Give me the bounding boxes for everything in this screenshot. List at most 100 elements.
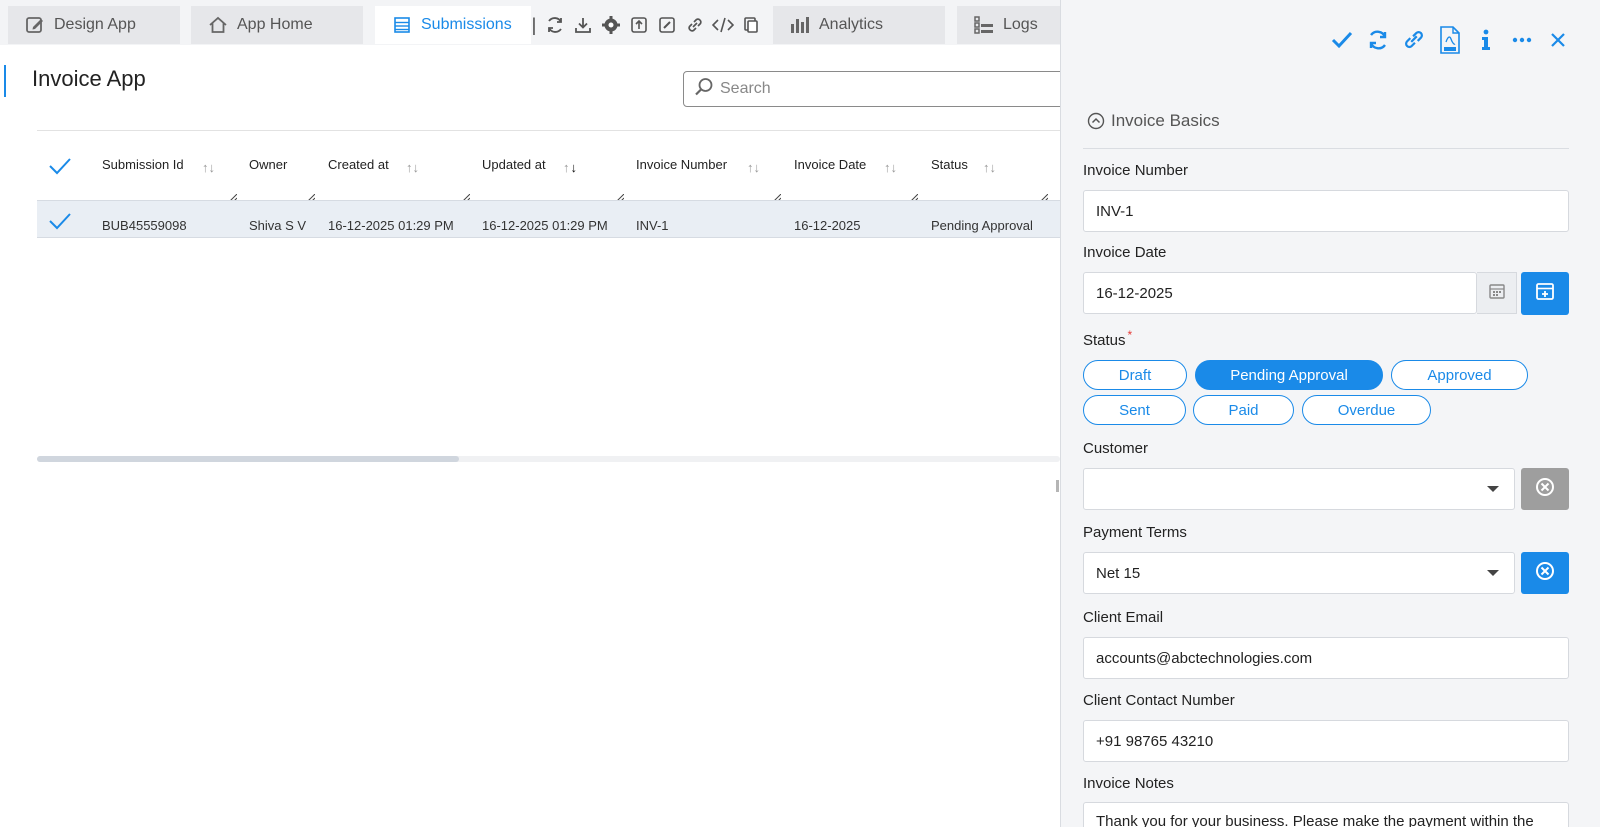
status-option-sent[interactable]: Sent xyxy=(1083,395,1186,425)
chevron-down-icon[interactable] xyxy=(1487,570,1499,576)
gear-icon[interactable] xyxy=(600,14,622,36)
upload-box-icon[interactable] xyxy=(628,14,650,36)
tab-design-app[interactable]: Design App xyxy=(8,6,180,44)
resize-handle-icon[interactable] xyxy=(461,189,471,203)
refresh-icon[interactable] xyxy=(1366,26,1390,54)
cell-created-at: 16-12-2025 01:29 PM xyxy=(328,218,454,233)
status-option-pending-approval[interactable]: Pending Approval xyxy=(1195,360,1383,390)
sort-icon[interactable]: ↑↓ xyxy=(884,160,897,175)
clear-payment-terms-button[interactable] xyxy=(1521,552,1569,594)
tab-logs-label: Logs xyxy=(1003,16,1038,33)
client-email-field[interactable]: accounts@abctechnologies.com xyxy=(1083,637,1569,679)
scrollbar-thumb[interactable] xyxy=(37,456,459,462)
col-header-owner[interactable]: Owner xyxy=(249,157,287,172)
col-header-invoice-number[interactable]: Invoice Number xyxy=(636,157,727,172)
cell-submission-id: BUB45559098 xyxy=(102,218,187,233)
panel-resize-handle[interactable] xyxy=(1056,480,1059,492)
invoice-date-label: Invoice Date xyxy=(1083,244,1167,261)
payment-terms-select[interactable]: Net 15 xyxy=(1083,552,1515,594)
status-label-text: Status xyxy=(1083,332,1126,349)
search-input[interactable] xyxy=(720,80,1020,98)
logs-icon xyxy=(973,14,995,36)
invoice-notes-textarea[interactable]: Thank you for your business. Please make… xyxy=(1083,802,1569,827)
section-title: Invoice Basics xyxy=(1111,111,1220,130)
section-divider xyxy=(1083,148,1569,149)
status-option-draft[interactable]: Draft xyxy=(1083,360,1187,390)
tab-app-home[interactable]: App Home xyxy=(191,6,363,44)
calendar-icon xyxy=(1488,282,1506,305)
invoice-notes-label: Invoice Notes xyxy=(1083,775,1174,792)
check-icon[interactable] xyxy=(1330,26,1354,54)
cell-invoice-number: INV-1 xyxy=(636,218,669,233)
submission-detail-panel: Invoice Basics Invoice Number INV-1 Invo… xyxy=(1060,0,1600,827)
copy-icon[interactable] xyxy=(740,14,762,36)
client-contact-field[interactable]: +91 98765 43210 xyxy=(1083,720,1569,762)
payment-terms-label: Payment Terms xyxy=(1083,524,1187,541)
cell-invoice-date: 16-12-2025 xyxy=(794,218,861,233)
sort-icon[interactable]: ↑↓ xyxy=(983,160,996,175)
clear-circle-icon xyxy=(1535,477,1555,502)
sort-desc-icon[interactable]: ↑ ↓ xyxy=(563,160,577,175)
tab-analytics[interactable]: Analytics xyxy=(773,6,945,44)
info-icon[interactable] xyxy=(1474,26,1498,54)
col-header-invoice-date[interactable]: Invoice Date xyxy=(794,157,866,172)
sort-icon[interactable]: ↑↓ xyxy=(202,160,215,175)
header-divider xyxy=(37,130,1060,131)
submissions-toolbar: | xyxy=(530,14,762,36)
add-date-button[interactable] xyxy=(1521,272,1569,315)
status-option-overdue[interactable]: Overdue xyxy=(1302,395,1431,425)
invoice-date-field[interactable]: 16-12-2025 xyxy=(1083,272,1477,314)
invoice-number-label: Invoice Number xyxy=(1083,162,1189,179)
home-icon xyxy=(207,14,229,36)
resize-handle-icon[interactable] xyxy=(772,189,782,203)
col-header-status[interactable]: Status xyxy=(931,157,968,172)
col-header-created-at[interactable]: Created at xyxy=(328,157,389,172)
row-checkbox[interactable] xyxy=(48,211,72,236)
resize-handle-icon[interactable] xyxy=(306,189,316,203)
panel-toolbar xyxy=(1330,26,1570,54)
resize-handle-icon[interactable] xyxy=(1039,189,1049,203)
sort-icon[interactable]: ↑↓ xyxy=(747,160,760,175)
chevron-up-circle-icon xyxy=(1087,112,1105,130)
edit-box-icon[interactable] xyxy=(656,14,678,36)
pdf-icon[interactable] xyxy=(1438,26,1462,54)
code-icon[interactable] xyxy=(712,14,734,36)
invoice-notes-text: Thank you for your business. Please make… xyxy=(1096,813,1534,827)
chevron-down-icon[interactable] xyxy=(1487,486,1499,492)
invoice-number-field[interactable]: INV-1 xyxy=(1083,190,1569,232)
refresh-icon[interactable] xyxy=(544,14,566,36)
edit-icon xyxy=(24,14,46,36)
more-options-icon[interactable] xyxy=(1510,26,1534,54)
resize-handle-icon[interactable] xyxy=(615,189,625,203)
tab-logs[interactable]: Logs xyxy=(957,6,1060,44)
toolbar-separator: | xyxy=(531,14,537,35)
search-icon xyxy=(694,77,714,102)
section-toggle[interactable]: Invoice Basics xyxy=(1087,111,1220,131)
required-marker: * xyxy=(1127,328,1133,342)
clear-customer-button[interactable] xyxy=(1521,468,1569,510)
tab-design-app-label: Design App xyxy=(54,16,136,33)
link-icon[interactable] xyxy=(684,14,706,36)
cell-owner: Shiva S V xyxy=(249,218,307,233)
search-box[interactable] xyxy=(683,71,1073,107)
link-icon[interactable] xyxy=(1402,26,1426,54)
client-contact-label: Client Contact Number xyxy=(1083,692,1235,709)
cell-status: Pending Approval xyxy=(931,218,1033,233)
sort-icon[interactable]: ↑↓ xyxy=(406,160,419,175)
title-accent-bar xyxy=(4,65,6,97)
client-email-label: Client Email xyxy=(1083,609,1164,626)
col-header-updated-at[interactable]: Updated at xyxy=(482,157,546,172)
top-tab-bar: Design App App Home Submissions | Analyt… xyxy=(0,0,1060,45)
download-icon[interactable] xyxy=(572,14,594,36)
clear-circle-icon xyxy=(1535,561,1555,586)
status-option-paid[interactable]: Paid xyxy=(1193,395,1294,425)
select-all-checkbox[interactable] xyxy=(48,156,72,181)
calendar-picker[interactable] xyxy=(1477,272,1517,314)
tab-submissions[interactable]: Submissions xyxy=(375,6,531,44)
resize-handle-icon[interactable] xyxy=(228,189,238,203)
status-option-approved[interactable]: Approved xyxy=(1391,360,1528,390)
resize-handle-icon[interactable] xyxy=(909,189,919,203)
col-header-submission-id[interactable]: Submission Id xyxy=(102,157,184,172)
customer-select[interactable] xyxy=(1083,468,1515,510)
close-icon[interactable] xyxy=(1546,26,1570,54)
